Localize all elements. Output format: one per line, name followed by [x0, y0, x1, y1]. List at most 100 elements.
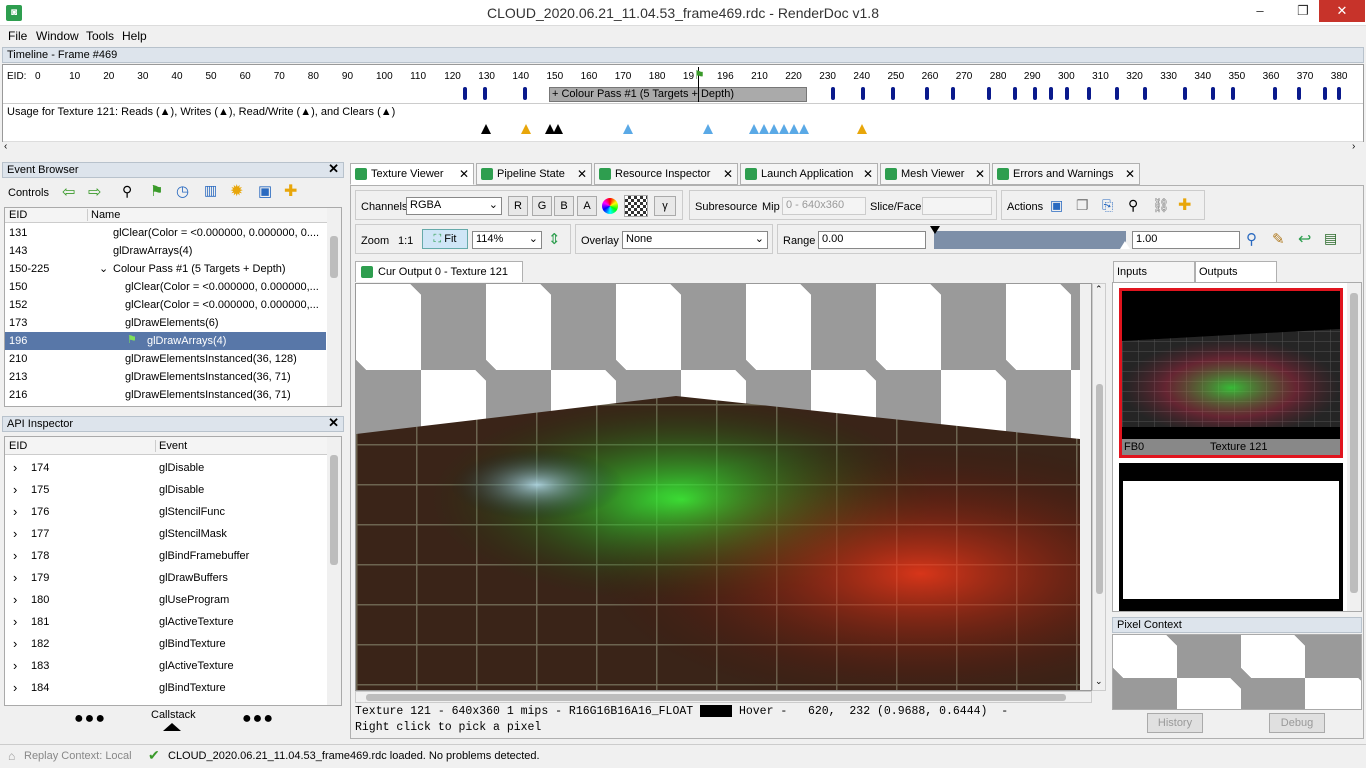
- link-icon[interactable]: ⛓: [1152, 197, 1170, 214]
- usage-marker-icon[interactable]: [759, 124, 769, 134]
- event-row[interactable]: 150 glClear(Color = <0.000000, 0.000000,.…: [5, 278, 326, 296]
- event-row[interactable]: 143 glDrawArrays(4): [5, 242, 326, 260]
- close-tab-icon[interactable]: ✕: [723, 167, 733, 181]
- expand-chevron-icon[interactable]: ›: [13, 526, 17, 541]
- event-marker[interactable]: [987, 87, 991, 100]
- scroll-up-icon[interactable]: ⌃: [1095, 284, 1103, 295]
- event-marker[interactable]: [1337, 87, 1341, 100]
- callstack-right-handle-icon[interactable]: ●●●: [242, 710, 274, 728]
- output-thumbnail-2[interactable]: [1119, 463, 1343, 611]
- copy-icon[interactable]: ❐: [1076, 197, 1089, 214]
- flip-y-icon[interactable]: ⇕: [548, 230, 561, 248]
- close-tab-icon[interactable]: ✕: [975, 167, 985, 181]
- histogram-icon[interactable]: ▤: [1324, 230, 1337, 247]
- auto-fit-icon[interactable]: ✎: [1272, 230, 1285, 248]
- checkerboard-toggle-icon[interactable]: [624, 195, 648, 217]
- tab-pipeline-state[interactable]: Pipeline State ✕: [476, 163, 592, 185]
- thumbnails-scrollbar[interactable]: [1347, 283, 1361, 611]
- api-row[interactable]: › 182 glBindTexture: [5, 633, 326, 655]
- extension-icon[interactable]: ✚: [1178, 195, 1191, 215]
- tab-texture-viewer[interactable]: Texture Viewer ✕: [350, 163, 474, 185]
- api-list-scrollbar[interactable]: [327, 437, 341, 705]
- pixel-context-view[interactable]: [1112, 634, 1362, 710]
- usage-marker-icon[interactable]: [799, 124, 809, 134]
- event-marker[interactable]: [1231, 87, 1235, 100]
- event-marker[interactable]: [483, 87, 487, 100]
- usage-marker-icon[interactable]: [857, 124, 867, 134]
- event-marker[interactable]: [523, 87, 527, 100]
- range-max-field[interactable]: 1.00: [1132, 231, 1240, 249]
- timing-clock-icon[interactable]: ◷: [176, 182, 189, 200]
- range-min-field[interactable]: 0.00: [818, 231, 926, 249]
- cur-output-tab[interactable]: Cur Output 0 - Texture 121: [355, 261, 523, 282]
- event-marker[interactable]: [1065, 87, 1069, 100]
- callstack-label[interactable]: Callstack: [151, 709, 196, 721]
- event-marker[interactable]: [1143, 87, 1147, 100]
- range-min-handle-icon[interactable]: [930, 226, 940, 234]
- tab-launch-application[interactable]: Launch Application ✕: [740, 163, 878, 185]
- stats-icon[interactable]: ▥: [204, 182, 217, 199]
- puzzle-icon[interactable]: ✚: [284, 181, 297, 201]
- channel-r-toggle[interactable]: R: [508, 196, 528, 216]
- event-row[interactable]: 173 glDrawElements(6): [5, 314, 326, 332]
- event-marker[interactable]: [1115, 87, 1119, 100]
- usage-marker-icon[interactable]: [703, 124, 713, 134]
- minimize-button[interactable]: –: [1245, 0, 1275, 22]
- settings-gear-icon[interactable]: ✹: [230, 181, 243, 201]
- canvas-vscroll-thumb[interactable]: [1096, 384, 1103, 594]
- expand-chevron-icon[interactable]: ›: [13, 680, 17, 695]
- scroll-right-icon[interactable]: ›: [1352, 141, 1355, 152]
- event-marker[interactable]: [861, 87, 865, 100]
- event-marker[interactable]: [1033, 87, 1037, 100]
- event-list-scroll-thumb[interactable]: [330, 236, 338, 278]
- menu-tools[interactable]: Tools: [86, 29, 114, 43]
- range-max-handle-icon[interactable]: [1120, 241, 1130, 249]
- api-row[interactable]: › 183 glActiveTexture: [5, 655, 326, 677]
- range-histogram[interactable]: [934, 231, 1126, 249]
- replay-context-label[interactable]: Replay Context: Local: [24, 750, 132, 762]
- channels-select[interactable]: RGBA ⌄: [406, 197, 502, 215]
- usage-marker-icon[interactable]: [769, 124, 779, 134]
- expand-chevron-icon[interactable]: ›: [13, 548, 17, 563]
- debug-button[interactable]: Debug: [1269, 713, 1325, 733]
- usage-marker-icon[interactable]: [749, 124, 759, 134]
- event-list-scrollbar[interactable]: [327, 208, 341, 406]
- event-row[interactable]: 196 glDrawArrays(4) ⚑: [5, 332, 326, 350]
- event-row[interactable]: 213 glDrawElementsInstanced(36, 71): [5, 368, 326, 386]
- canvas-vscroll[interactable]: ⌃ ⌄: [1092, 283, 1106, 691]
- usage-marker-icon[interactable]: [553, 124, 563, 134]
- api-row[interactable]: › 180 glUseProgram: [5, 589, 326, 611]
- api-row[interactable]: › 178 glBindFramebuffer: [5, 545, 326, 567]
- save-texture-icon[interactable]: ▣: [1050, 197, 1063, 214]
- event-row[interactable]: 210 glDrawElementsInstanced(36, 128): [5, 350, 326, 368]
- close-tab-icon[interactable]: ✕: [1125, 167, 1135, 181]
- menu-file[interactable]: File: [8, 29, 27, 43]
- history-button[interactable]: History: [1147, 713, 1203, 733]
- output-thumbnail-fb0[interactable]: FB0 Texture 121: [1119, 288, 1343, 458]
- zoom-range-icon[interactable]: ⚲: [1246, 230, 1257, 248]
- usage-marker-icon[interactable]: [521, 124, 531, 134]
- bookmark-flag-icon[interactable]: ⚑: [150, 182, 163, 200]
- event-marker[interactable]: [831, 87, 835, 100]
- maximize-button[interactable]: ❐: [1288, 0, 1318, 22]
- colour-pass-marker[interactable]: + Colour Pass #1 (5 Targets + Depth): [549, 87, 807, 102]
- close-event-browser-icon[interactable]: ✕: [328, 162, 339, 176]
- close-tab-icon[interactable]: ✕: [577, 167, 587, 181]
- api-col-eid[interactable]: EID: [9, 440, 27, 452]
- usage-marker-icon[interactable]: [623, 124, 633, 134]
- tab-resource-inspector[interactable]: Resource Inspector ✕: [594, 163, 738, 185]
- event-marker[interactable]: [925, 87, 929, 100]
- menu-window[interactable]: Window: [36, 29, 79, 43]
- timeline-panel[interactable]: EID: 0 10 20 30 40 50 60 70 80 90 100 110 120 130 140 1…: [2, 64, 1364, 142]
- api-col-event[interactable]: Event: [155, 440, 187, 452]
- fit-toggle[interactable]: ⛶ Fit: [422, 229, 468, 249]
- close-tab-icon[interactable]: ✕: [863, 167, 873, 181]
- expand-chevron-icon[interactable]: ›: [13, 570, 17, 585]
- col-name[interactable]: Name: [87, 209, 120, 221]
- close-api-inspector-icon[interactable]: ✕: [328, 416, 339, 430]
- api-row[interactable]: › 175 glDisable: [5, 479, 326, 501]
- callstack-left-handle-icon[interactable]: ●●●: [74, 710, 106, 728]
- channel-b-toggle[interactable]: B: [554, 196, 574, 216]
- event-marker[interactable]: [1211, 87, 1215, 100]
- overlay-select[interactable]: None ⌄: [622, 231, 768, 249]
